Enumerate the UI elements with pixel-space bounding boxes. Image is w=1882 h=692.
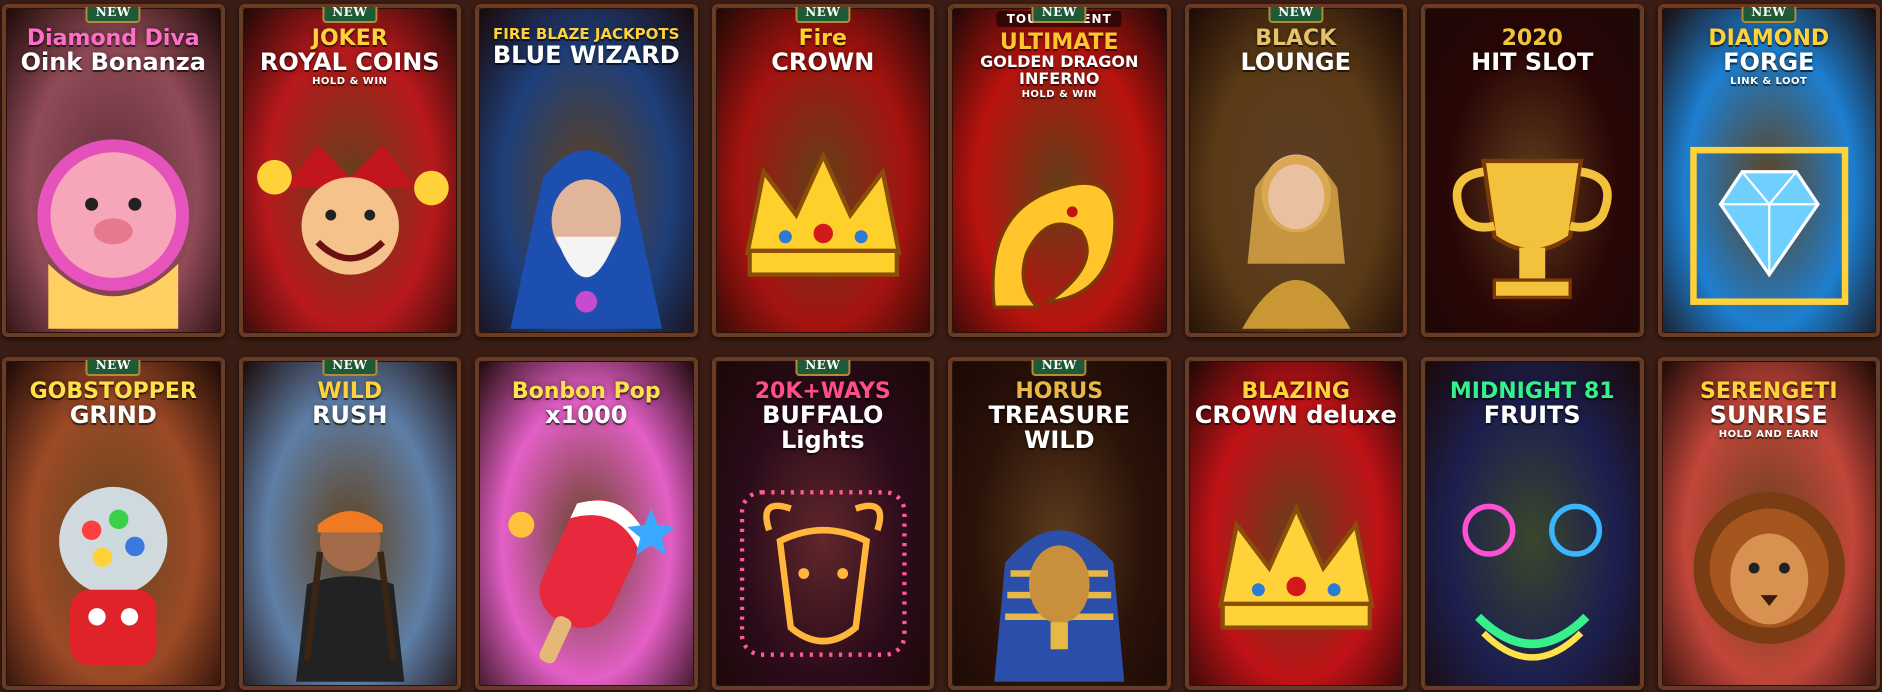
game-title-tag: HOLD & WIN — [1021, 88, 1097, 100]
game-title: WILD RUSH — [248, 380, 453, 428]
game-tile[interactable]: NEW Diamond Diva Oink Bonanza — [2, 4, 225, 337]
game-tile[interactable]: FIRE BLAZE JACKPOTS BLUE WIZARD — [475, 4, 698, 337]
game-title-line2: FORGE — [1723, 48, 1815, 77]
game-title-line2: GOLDEN DRAGON INFERNO — [980, 52, 1139, 88]
game-title-tag: HOLD & WIN — [312, 76, 388, 88]
new-badge: NEW — [1031, 7, 1087, 23]
game-title: GOBSTOPPER GRIND — [11, 380, 216, 428]
game-title-line2: CROWN — [771, 48, 875, 77]
game-title-line1: BLACK — [1255, 26, 1337, 51]
game-title-line1: HORUS — [1015, 379, 1104, 404]
game-tile[interactable]: NEW Fire CROWN — [711, 4, 934, 337]
popsicle-icon — [478, 460, 695, 687]
game-title-line2: BLUE WIZARD — [492, 40, 680, 69]
game-tile[interactable]: NEW JOKER ROYAL COINS HOLD & WIN — [238, 4, 461, 337]
game-tile[interactable]: NEW GOBSTOPPER GRIND — [2, 357, 225, 690]
game-tile[interactable]: NEW 20K+WAYS BUFFALO Lights — [711, 357, 934, 690]
game-title-line2: ROYAL COINS — [259, 48, 440, 77]
game-title-line1: Bonbon Pop — [511, 379, 661, 404]
game-tile[interactable]: MIDNIGHT 81 FRUITS — [1421, 357, 1644, 690]
game-tile[interactable]: NEW WILD RUSH — [238, 357, 461, 690]
game-title-line1: DIAMOND — [1708, 26, 1830, 51]
game-tile[interactable]: 2020 HIT SLOT — [1421, 4, 1644, 337]
wizard-icon — [478, 107, 695, 334]
new-badge: NEW — [322, 360, 378, 376]
game-title: ULTIMATE GOLDEN DRAGON INFERNO HOLD & WIN — [957, 31, 1162, 100]
game-title-line1: SERENGETI — [1699, 379, 1838, 404]
game-title: 2020 HIT SLOT — [1430, 27, 1635, 75]
game-title: 20K+WAYS BUFFALO Lights — [721, 380, 926, 453]
game-title-line2: TREASURE WILD — [988, 401, 1130, 455]
game-title: Diamond Diva Oink Bonanza — [11, 27, 216, 75]
new-badge: NEW — [1031, 360, 1087, 376]
game-title-line1: JOKER — [311, 26, 388, 51]
game-title: JOKER ROYAL COINS HOLD & WIN — [248, 27, 453, 88]
game-tile[interactable]: NEW HORUS TREASURE WILD — [948, 357, 1171, 690]
game-tile[interactable]: Bonbon Pop x1000 — [475, 357, 698, 690]
game-title: BLAZING CROWN deluxe — [1194, 380, 1399, 428]
game-title: Bonbon Pop x1000 — [484, 380, 689, 428]
crown-icon — [1188, 460, 1405, 687]
game-title-tag: LINK & LOOT — [1730, 76, 1808, 88]
game-title-line1: GOBSTOPPER — [29, 379, 197, 404]
dragon-icon — [951, 107, 1168, 334]
game-title: MIDNIGHT 81 FRUITS — [1430, 380, 1635, 428]
woman-icon — [1188, 107, 1405, 334]
game-title: HORUS TREASURE WILD — [957, 380, 1162, 453]
game-title-line2: HIT SLOT — [1471, 48, 1594, 77]
trophy-icon — [1424, 107, 1641, 334]
game-title-line1: WILD — [317, 379, 383, 404]
game-title-line2: RUSH — [312, 401, 388, 430]
game-tile[interactable]: NEW BLACK LOUNGE — [1184, 4, 1407, 337]
crown-icon — [715, 107, 932, 334]
game-title: DIAMOND FORGE LINK & LOOT — [1667, 27, 1872, 88]
game-tile[interactable]: SERENGETI SUNRISE HOLD AND EARN — [1657, 357, 1880, 690]
game-title-line2: FRUITS — [1483, 401, 1581, 430]
game-tile[interactable]: NEW DIAMOND FORGE LINK & LOOT — [1657, 4, 1880, 337]
neon-fruit-icon — [1424, 460, 1641, 687]
game-title-line1: MIDNIGHT 81 — [1449, 379, 1615, 404]
game-tile[interactable]: NEWTOURNAMENTULTIMATEGOLDEN DRAGON INFER… — [948, 4, 1171, 337]
game-title-line2: Oink Bonanza — [20, 48, 206, 77]
pig-icon — [5, 107, 222, 334]
game-title-line2: CROWN deluxe — [1194, 401, 1397, 430]
jester-icon — [242, 107, 459, 334]
game-title-line2: x1000 — [545, 401, 628, 430]
game-title-line1: 2020 — [1501, 26, 1563, 51]
game-title: SERENGETI SUNRISE HOLD AND EARN — [1667, 380, 1872, 441]
new-badge: NEW — [795, 7, 851, 23]
game-title-line1: 20K+WAYS — [754, 379, 891, 404]
game-grid: NEW Diamond Diva Oink Bonanza NEW JOKER ROYAL… — [0, 0, 1882, 692]
gumball-machine-icon — [5, 460, 222, 687]
game-title-line2: SUNRISE — [1709, 401, 1828, 430]
pharaoh-icon — [951, 460, 1168, 687]
game-title-tag: HOLD AND EARN — [1718, 429, 1819, 441]
game-tile[interactable]: BLAZING CROWN deluxe — [1184, 357, 1407, 690]
buffalo-icon — [715, 460, 932, 687]
game-title-line2: LOUNGE — [1240, 48, 1351, 77]
game-title: BLACK LOUNGE — [1194, 27, 1399, 75]
new-badge: NEW — [795, 360, 851, 376]
game-title: FIRE BLAZE JACKPOTS BLUE WIZARD — [484, 26, 689, 69]
game-title-line2: BUFFALO Lights — [762, 401, 884, 455]
diamond-icon — [1661, 107, 1878, 334]
lion-icon — [1661, 460, 1878, 687]
game-title-line1: Fire — [798, 26, 847, 51]
new-badge: NEW — [1268, 7, 1324, 23]
new-badge: NEW — [85, 360, 141, 376]
game-title-line1: BLAZING — [1241, 379, 1350, 404]
new-badge: NEW — [1741, 7, 1797, 23]
game-title-line1: ULTIMATE — [999, 30, 1119, 55]
game-title-line2: GRIND — [69, 401, 157, 430]
new-badge: NEW — [322, 7, 378, 23]
new-badge: NEW — [85, 7, 141, 23]
game-title: Fire CROWN — [721, 27, 926, 75]
racer-icon — [242, 460, 459, 687]
game-title-line1: Diamond Diva — [26, 26, 200, 51]
